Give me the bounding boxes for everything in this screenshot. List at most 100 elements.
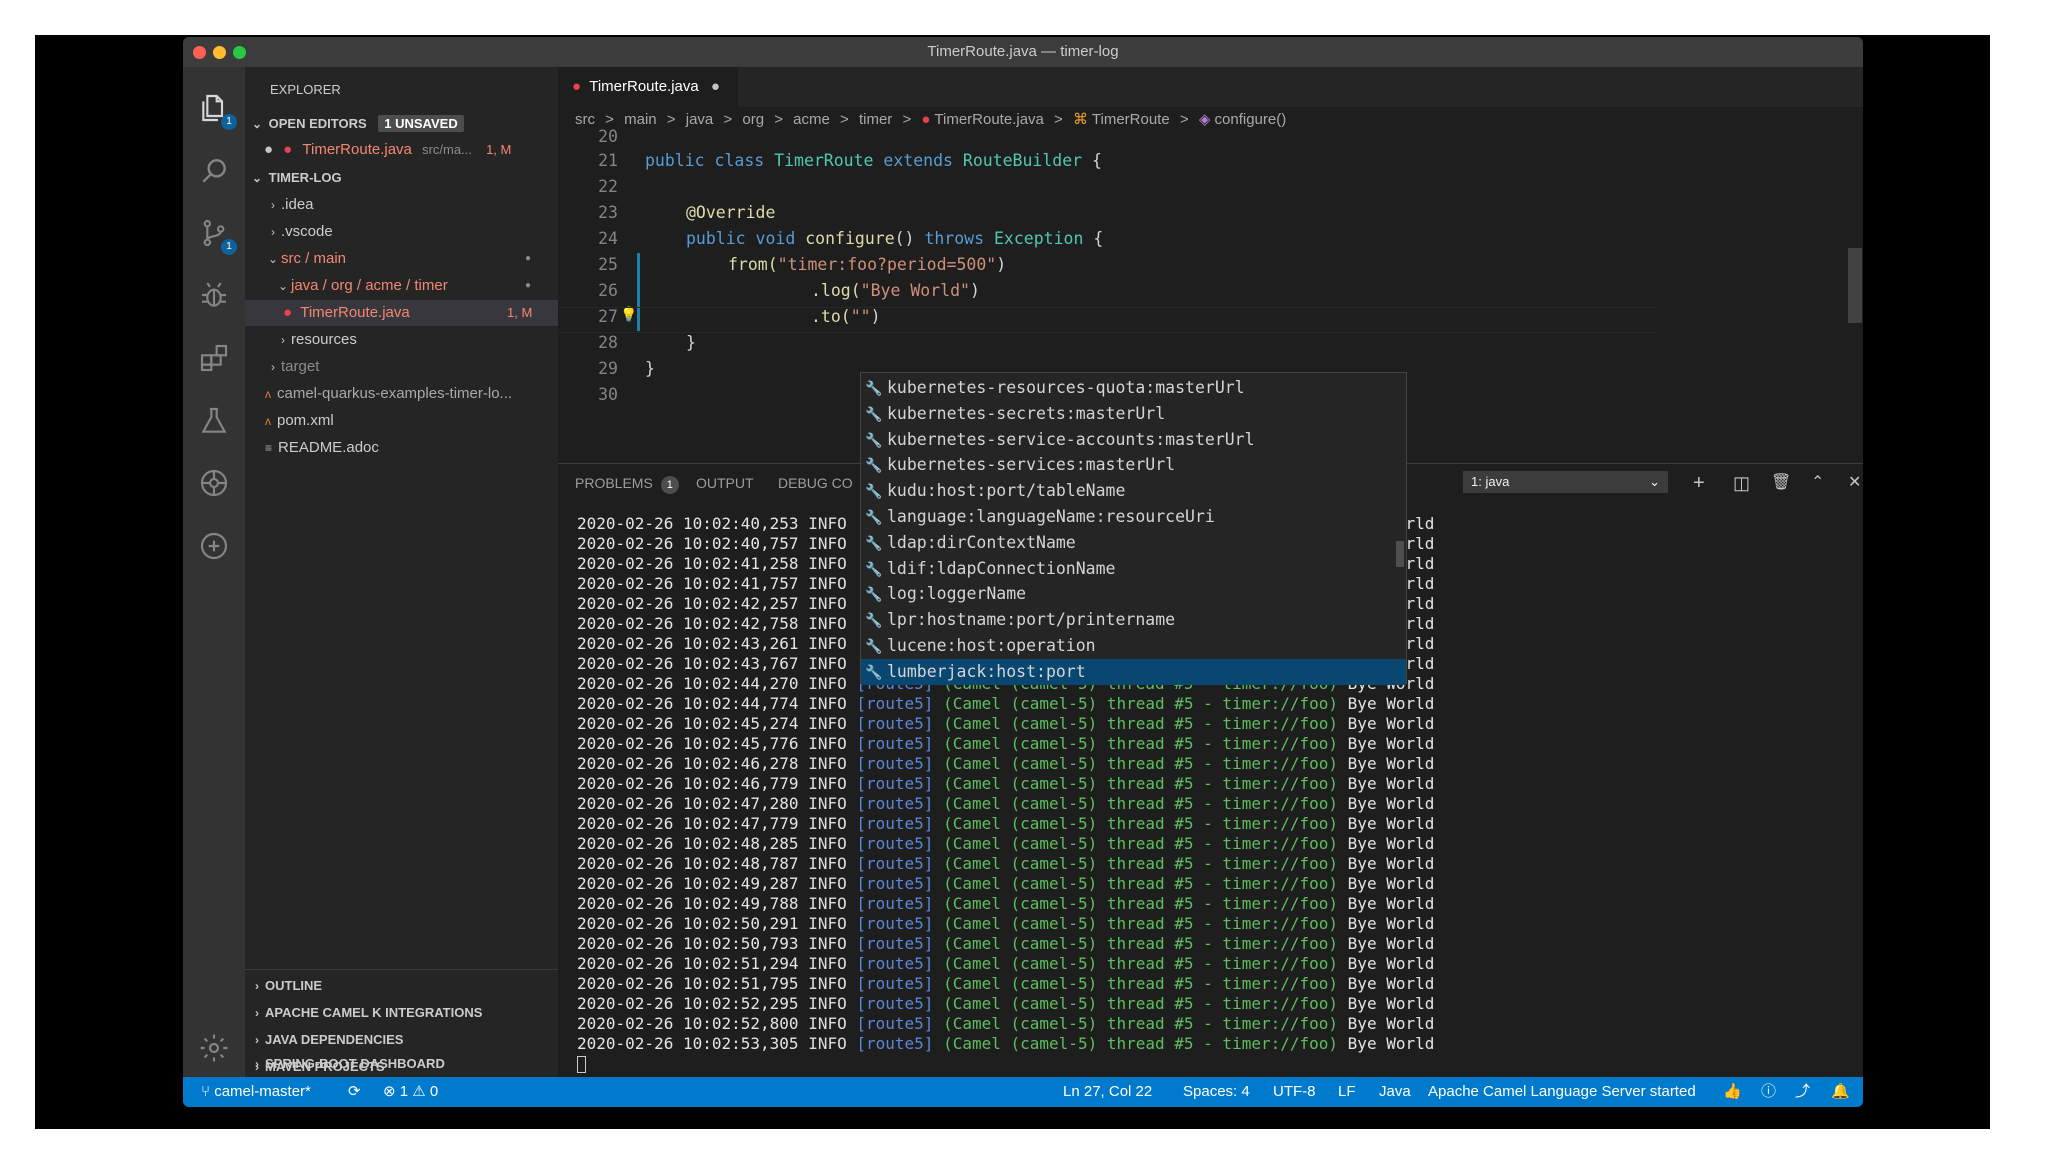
- wrench-icon: 🔧: [865, 510, 883, 526]
- breadcrumb-java[interactable]: java: [686, 111, 714, 128]
- eol[interactable]: LF: [1338, 1077, 1356, 1107]
- terminal-log-line: 2020-02-26 10:02:48,787 INFO [route5] (C…: [577, 854, 1435, 873]
- breadcrumb-class[interactable]: TimerRoute: [1092, 111, 1170, 128]
- breadcrumb-org[interactable]: org: [742, 111, 764, 128]
- suggestion-item[interactable]: 🔧 kudu:host:port/tableName: [861, 478, 1406, 504]
- window-title: TimerRoute.java — timer-log: [927, 43, 1119, 60]
- bell-icon[interactable]: 🔔: [1831, 1077, 1850, 1107]
- breadcrumb-file[interactable]: TimerRoute.java: [934, 111, 1043, 128]
- cursor-position[interactable]: Ln 27, Col 22: [1063, 1077, 1152, 1107]
- dirty-dot-icon: ●: [263, 141, 273, 158]
- suggestion-item[interactable]: 🔧 log:loggerName: [861, 581, 1406, 607]
- breadcrumb-acme[interactable]: acme: [793, 111, 830, 128]
- code-line-26: .log("Bye World"): [811, 281, 980, 300]
- test-flask-icon[interactable]: [197, 405, 231, 439]
- wrench-icon: 🔧: [865, 664, 883, 681]
- maximize-panel-icon[interactable]: ⌃: [1811, 464, 1824, 502]
- tree-item-timerroute[interactable]: ● TimerRoute.java 1, M: [245, 300, 596, 326]
- breadcrumb-timer[interactable]: timer: [859, 111, 892, 128]
- dirty-indicator[interactable]: ●: [711, 78, 720, 95]
- language-mode[interactable]: Java: [1379, 1077, 1411, 1107]
- new-terminal-icon[interactable]: +: [1693, 464, 1705, 502]
- terminal-log-line: 2020-02-26 10:02:50,291 INFO [route5] (C…: [577, 914, 1435, 933]
- java-error-icon: ●: [283, 141, 293, 158]
- tree-item-pom[interactable]: ʌ pom.xml: [245, 408, 578, 434]
- tree-item-idea[interactable]: › .idea: [245, 192, 578, 218]
- chevron-down-icon: ⌄: [277, 279, 289, 293]
- split-terminal-icon[interactable]: ◫: [1733, 464, 1750, 502]
- open-editor-item[interactable]: ● ● TimerRoute.java src/ma... 1, M: [245, 137, 558, 163]
- debug-icon[interactable]: [197, 279, 231, 313]
- java-dependencies-section[interactable]: › JAVA DEPENDENCIES: [245, 1027, 558, 1053]
- tree-item-readme[interactable]: ≡ README.adoc: [245, 435, 578, 461]
- spring-boot-section[interactable]: › SPRING-BOOT DASHBOARD: [245, 1051, 558, 1077]
- editor-tabs: ● TimerRoute.java ● ⇆ ◫ ⋯: [558, 67, 1863, 107]
- camel-ls-status[interactable]: Apache Camel Language Server started: [1428, 1077, 1696, 1107]
- encoding[interactable]: UTF-8: [1273, 1077, 1316, 1107]
- terminal-log-line: 2020-02-26 10:02:47,779 INFO [route5] (C…: [577, 814, 1435, 833]
- suggestion-item[interactable]: 🔧 lpr:hostname:port/printername: [861, 607, 1406, 633]
- wrench-icon: 🔧: [865, 613, 883, 630]
- branch-status[interactable]: ⑂ camel-master*: [201, 1077, 311, 1107]
- kubernetes-icon[interactable]: [197, 467, 231, 501]
- info-icon[interactable]: ⓘ: [1761, 1077, 1776, 1107]
- tree-item-vscode[interactable]: › .vscode: [245, 219, 578, 245]
- suggestion-item[interactable]: 🔧 kubernetes-resources-quota:masterUrl: [861, 375, 1406, 401]
- open-editors-section[interactable]: ⌄ OPEN EDITORS 1 UNSAVED: [245, 111, 558, 137]
- sync-icon[interactable]: ⟳: [348, 1077, 361, 1107]
- terminal-log-line: 2020-02-26 10:02:46,278 INFO [route5] (C…: [577, 754, 1435, 773]
- search-icon[interactable]: [197, 155, 231, 189]
- tree-item-src-main[interactable]: ⌄ src / main ●: [245, 246, 578, 272]
- wrench-icon: 🔧: [865, 484, 883, 501]
- tree-item-target[interactable]: › target: [245, 354, 578, 380]
- chevron-right-icon: ›: [255, 979, 259, 993]
- suggestion-item[interactable]: 🔧 lucene:host:operation: [861, 633, 1406, 659]
- suggestion-item[interactable]: 🔧 lumberjack:host:port: [861, 658, 1406, 685]
- class-icon: ⌘: [1072, 111, 1088, 128]
- indentation[interactable]: Spaces: 4: [1183, 1077, 1250, 1107]
- chevron-down-icon: ⌄: [267, 252, 279, 266]
- suggestion-item[interactable]: 🔧 kubernetes-secrets:masterUrl: [861, 401, 1406, 427]
- close-panel-icon[interactable]: ✕: [1848, 464, 1861, 502]
- code-line-23: @Override: [686, 203, 776, 222]
- extensions-icon[interactable]: [197, 342, 231, 376]
- maximize-window-button[interactable]: [233, 46, 246, 59]
- tree-item-java-package[interactable]: ⌄ java / org / acme / timer ●: [245, 273, 588, 299]
- tab-debug-console[interactable]: DEBUG CO: [778, 464, 853, 502]
- text-file-icon: ≡: [265, 441, 273, 455]
- suggestion-item[interactable]: 🔧 language:languageName:resourceUri: [861, 504, 1406, 530]
- minimize-window-button[interactable]: [213, 46, 226, 59]
- suggestion-scrollbar[interactable]: [1396, 541, 1404, 567]
- tab-problems[interactable]: PROBLEMS 1: [575, 464, 679, 502]
- terminal-select[interactable]: 1: java ⌄: [1463, 471, 1668, 493]
- camel-k-section[interactable]: › APACHE CAMEL K INTEGRATIONS: [245, 1000, 558, 1026]
- suggestion-item[interactable]: 🔧 ldap:dirContextName: [861, 530, 1406, 556]
- breadcrumb-src[interactable]: src: [575, 111, 595, 128]
- tab-output[interactable]: OUTPUT: [696, 464, 754, 502]
- suggestion-item[interactable]: 🔧 kubernetes-services:masterUrl: [861, 452, 1406, 478]
- thumbs-up-icon[interactable]: 👍: [1723, 1077, 1742, 1107]
- remote-explorer-icon[interactable]: [197, 530, 231, 564]
- project-section[interactable]: ⌄ TIMER-LOG: [245, 165, 558, 191]
- unsaved-badge: 1 UNSAVED: [378, 115, 464, 132]
- editor-scrollbar[interactable]: [1848, 248, 1862, 323]
- problems-status[interactable]: ⊗ 1 ⚠ 0: [383, 1077, 438, 1107]
- suggestion-item[interactable]: 🔧 kubernetes-service-accounts:masterUrl: [861, 427, 1406, 453]
- suggestion-item[interactable]: 🔧 ldif:ldapConnectionName: [861, 556, 1406, 582]
- breadcrumb-method[interactable]: configure(): [1215, 111, 1287, 128]
- outline-section[interactable]: › OUTLINE: [245, 973, 558, 999]
- tab-timerroute[interactable]: ● TimerRoute.java ●: [558, 67, 738, 107]
- live-share-icon[interactable]: ⤴: [1795, 1077, 1810, 1107]
- breadcrumb-main[interactable]: main: [624, 111, 657, 128]
- gear-icon[interactable]: [197, 1032, 231, 1066]
- terminal-log-line: 2020-02-26 10:02:51,795 INFO [route5] (C…: [577, 974, 1435, 993]
- activity-bar: 1 1: [183, 67, 245, 1077]
- terminal-log-line: 2020-02-26 10:02:50,793 INFO [route5] (C…: [577, 934, 1435, 953]
- terminal-log-line: 2020-02-26 10:02:45,274 INFO [route5] (C…: [577, 714, 1435, 733]
- tree-item-camel-quarkus[interactable]: ʌ camel-quarkus-examples-timer-lo...: [245, 381, 578, 407]
- tree-item-resources[interactable]: › resources: [245, 327, 588, 353]
- close-window-button[interactable]: [193, 46, 206, 59]
- wrench-icon: 🔧: [865, 587, 883, 604]
- trash-icon[interactable]: 🗑: [1771, 464, 1791, 502]
- terminal-log-line: 2020-02-26 10:02:45,776 INFO [route5] (C…: [577, 734, 1435, 753]
